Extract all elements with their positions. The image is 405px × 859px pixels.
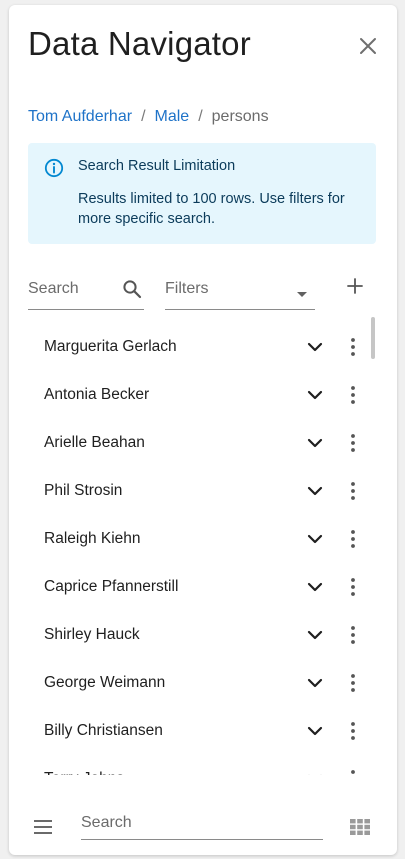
list-item-label: George Weimann (44, 674, 166, 691)
footer-search-placeholder: Search (81, 814, 132, 831)
list-item-label: Phil Strosin (44, 482, 123, 499)
close-icon[interactable] (358, 36, 378, 56)
chevron-down-icon[interactable] (306, 578, 324, 596)
filters-select[interactable]: Filters (165, 277, 315, 310)
chevron-down-icon[interactable] (306, 434, 324, 452)
chevron-down-icon[interactable] (306, 482, 324, 500)
list-item[interactable]: Terry Johns (28, 749, 378, 775)
breadcrumb-current: persons (211, 108, 269, 125)
more-vert-icon[interactable] (344, 769, 362, 775)
search-placeholder: Search (28, 280, 79, 297)
more-vert-icon[interactable] (344, 433, 362, 453)
list-item-label: Marguerita Gerlach (44, 338, 177, 355)
results-list: Marguerita Gerlach Antonia Becker Arielle … (28, 317, 378, 775)
alert-body: Results limited to 100 rows. Use filters… (78, 191, 345, 227)
plus-icon[interactable] (345, 276, 365, 296)
breadcrumb-link-person[interactable]: Tom Aufderhar (28, 108, 132, 126)
list-item-label: Antonia Becker (44, 386, 150, 403)
list-item-label: Shirley Hauck (44, 626, 140, 643)
list-item[interactable]: Antonia Becker (28, 365, 378, 413)
chevron-down-icon[interactable] (306, 722, 324, 740)
list-item[interactable]: Arielle Beahan (28, 413, 378, 461)
more-vert-icon[interactable] (344, 625, 362, 645)
chevron-down-icon[interactable] (306, 386, 324, 404)
filters-placeholder: Filters (165, 280, 209, 297)
hamburger-menu-icon[interactable] (33, 819, 53, 835)
more-vert-icon[interactable] (344, 337, 362, 357)
caret-down-icon (297, 292, 307, 297)
list-item[interactable]: Billy Christiansen (28, 701, 378, 749)
list-item-label: Arielle Beahan (44, 434, 145, 451)
chevron-down-icon[interactable] (306, 674, 324, 692)
chevron-down-icon[interactable] (306, 770, 324, 775)
more-vert-icon[interactable] (344, 529, 362, 549)
list-item-label: Billy Christiansen (44, 722, 163, 739)
breadcrumb: Tom Aufderhar / Male / persons (28, 108, 269, 126)
data-navigator-panel: Data Navigator Tom Aufderhar / Male / pe… (9, 5, 397, 855)
list-item[interactable]: Phil Strosin (28, 461, 378, 509)
alert-title: Search Result Limitation (78, 158, 236, 174)
list-item[interactable]: Raleigh Kiehn (28, 509, 378, 557)
grid-view-icon[interactable] (350, 819, 370, 835)
list-item-label: Caprice Pfannerstill (44, 578, 179, 595)
info-alert: Search Result Limitation Results limited… (28, 143, 376, 244)
breadcrumb-link-gender[interactable]: Male (155, 108, 190, 126)
breadcrumb-separator: / (198, 108, 203, 125)
breadcrumb-separator: / (141, 108, 146, 125)
footer-search-input[interactable]: Search (81, 811, 323, 840)
chevron-down-icon[interactable] (306, 530, 324, 548)
more-vert-icon[interactable] (344, 721, 362, 741)
more-vert-icon[interactable] (344, 577, 362, 597)
list-item-label: Terry Johns (44, 770, 124, 775)
chevron-down-icon[interactable] (306, 338, 324, 356)
list-item[interactable]: George Weimann (28, 653, 378, 701)
list-item[interactable]: Shirley Hauck (28, 605, 378, 653)
list-scrollbar[interactable] (371, 317, 375, 359)
list-item-label: Raleigh Kiehn (44, 530, 141, 547)
more-vert-icon[interactable] (344, 481, 362, 501)
page-title: Data Navigator (28, 25, 251, 62)
search-input[interactable]: Search (28, 277, 144, 310)
list-item[interactable]: Caprice Pfannerstill (28, 557, 378, 605)
chevron-down-icon[interactable] (306, 626, 324, 644)
search-icon[interactable] (122, 279, 142, 299)
info-icon (44, 158, 64, 178)
list-item[interactable]: Marguerita Gerlach (28, 317, 378, 365)
more-vert-icon[interactable] (344, 385, 362, 405)
more-vert-icon[interactable] (344, 673, 362, 693)
